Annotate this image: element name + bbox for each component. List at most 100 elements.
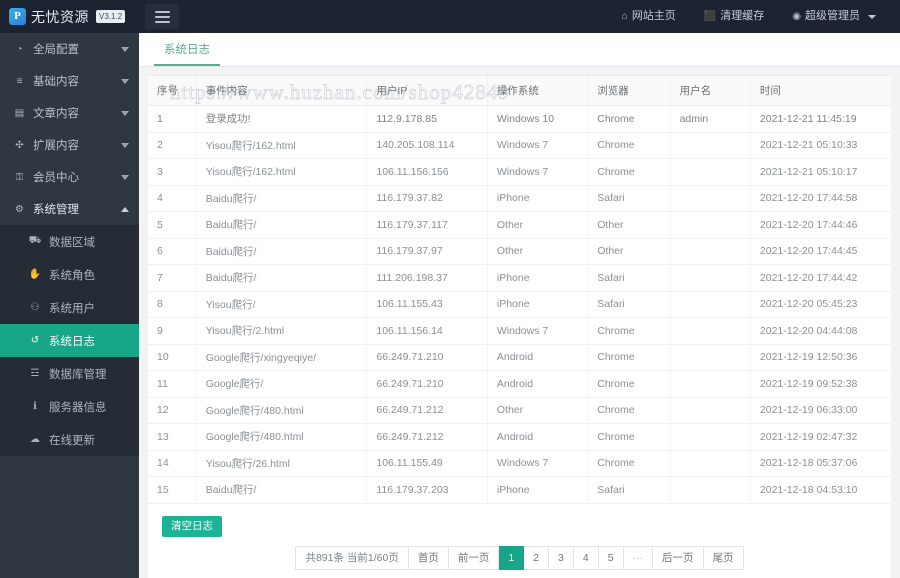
cell-index: 1	[148, 105, 197, 133]
cell-os: Windows 7	[486, 158, 588, 186]
cell-event: Baidu爬行/	[195, 476, 367, 504]
cell-event: Yisou爬行/2.html	[195, 317, 367, 345]
cell-os: Other	[486, 211, 588, 239]
hamburger-line	[154, 20, 170, 23]
cell-username	[669, 158, 751, 186]
sidebar-item-data-region[interactable]: ⛟ 数据区域	[0, 225, 139, 258]
sidebar-item-server-info[interactable]: ℹ 服务器信息	[0, 390, 139, 423]
cell-os: Other	[486, 397, 588, 424]
pagination-last-button[interactable]: 尾页	[703, 546, 744, 570]
sidebar-item-system-user[interactable]: ⚇ 系统用户	[0, 291, 139, 324]
cell-username	[669, 476, 751, 504]
cell-ip: 66.249.71.210	[366, 370, 488, 398]
chevron-down-icon	[121, 78, 129, 84]
column-header-username: 用户名	[669, 75, 751, 106]
table-row: 11 Google爬行/66.249.71.210 Android Chrome 202…	[148, 370, 891, 398]
cell-browser: Chrome	[587, 423, 671, 451]
cell-browser: Other	[587, 211, 671, 239]
admin-dashboard: P 无忧资源 V3.1.2 ⌂ 网站主页 ⬛ 清理缓存 ◉ 超级管理员 ◔ 全局…	[0, 0, 900, 578]
chevron-up-icon	[121, 206, 129, 212]
pagination-first-button[interactable]: 首页	[408, 546, 449, 570]
topnav-item-clear-cache[interactable]: ⬛ 清理缓存	[690, 0, 778, 33]
cell-index: 7	[148, 264, 197, 292]
topnav-label-home: 网站主页	[631, 10, 676, 22]
sidebar-label-global-config: 全局配置	[33, 44, 79, 56]
table-row: 4 Baidu爬行/116.179.37.82 iPhone Safari 2021-1…	[148, 185, 891, 212]
sidebar-item-extension-content[interactable]: ✣ 扩展内容	[0, 129, 139, 161]
cell-os: Windows 10	[486, 105, 588, 133]
pagination-next-button[interactable]: 后一页	[653, 546, 704, 570]
sidebar-label-system-management: 系统管理	[33, 204, 79, 216]
column-header-time: 时间	[749, 75, 891, 106]
sidebar-item-system-log[interactable]: ↺ 系统日志	[0, 324, 139, 357]
brand[interactable]: P 无忧资源 V3.1.2	[0, 0, 139, 33]
cell-time: 2021-12-20 04:44:08	[749, 317, 891, 345]
cell-os: Other	[486, 238, 588, 265]
cell-event: Yisou爬行/26.html	[195, 450, 367, 477]
table-header: 序号 事件内容 用户IP 操作系统 浏览器 用户名 时间	[148, 75, 891, 106]
table-row: 10 Google爬行/xingyeqiye/66.249.71.210 Andro…	[148, 344, 891, 371]
table-actions: 清空日志	[148, 504, 891, 538]
cell-event: Google爬行/480.html	[195, 423, 367, 451]
sidebar-label-basic-content: 基础内容	[33, 76, 79, 88]
cell-ip: 116.179.37.117	[366, 211, 488, 239]
cell-username	[669, 423, 751, 451]
brand-logo-icon: P	[9, 8, 26, 25]
pagination-page-5[interactable]: 5	[598, 546, 624, 570]
topnav-item-home[interactable]: ⌂ 网站主页	[608, 0, 690, 33]
info-icon: ℹ	[33, 401, 37, 412]
sidebar-item-global-config[interactable]: ◔ 全局配置	[0, 33, 139, 65]
list-icon: ≡	[16, 75, 23, 87]
chevron-down-icon	[121, 142, 129, 148]
cell-browser: Chrome	[587, 105, 671, 133]
clear-log-button[interactable]: 清空日志	[162, 515, 222, 538]
hamburger-line	[154, 10, 170, 13]
sidebar-label-member-center: 会员中心	[33, 172, 79, 184]
sidebar-item-member-center[interactable]: ⚿ 会员中心	[0, 161, 139, 193]
cell-time: 2021-12-18 04:53:10	[749, 476, 891, 504]
sidebar-item-system-role[interactable]: ✋ 系统角色	[0, 258, 139, 291]
cell-ip: 140.205.108.114	[366, 132, 488, 159]
sidebar-label-article-content: 文章内容	[33, 108, 79, 120]
cell-browser: Chrome	[587, 397, 671, 424]
tab-system-log[interactable]: 系统日志	[154, 41, 220, 66]
cell-ip: 106.11.156.14	[366, 317, 488, 345]
sidebar-label-system-log: 系统日志	[49, 335, 95, 348]
pagination-prev-button[interactable]: 前一页	[448, 546, 500, 570]
globe-icon: ◔	[16, 43, 23, 55]
cell-event: Baidu爬行/	[195, 211, 367, 239]
cell-event: Yisou爬行/162.html	[195, 158, 367, 186]
chevron-down-icon	[121, 110, 129, 116]
sidebar-item-database-management[interactable]: ☲ 数据库管理	[0, 357, 139, 390]
sidebar-item-basic-content[interactable]: ≡ 基础内容	[0, 65, 139, 97]
table-row: 5 Baidu爬行/116.179.37.117 Other Other 2021-12…	[148, 211, 891, 239]
cell-time: 2021-12-21 05:10:17	[749, 158, 891, 186]
sidebar-item-online-update[interactable]: ☁ 在线更新	[0, 423, 139, 456]
user-circle-icon: ◉	[792, 11, 801, 22]
cell-os: Windows 7	[486, 317, 588, 345]
pagination-page-4[interactable]: 4	[573, 546, 599, 570]
cell-ip: 116.179.37.97	[366, 238, 488, 265]
menu-toggle-button[interactable]	[145, 4, 179, 29]
cell-ip: 66.249.71.212	[366, 397, 488, 424]
cell-index: 9	[148, 317, 197, 345]
pagination-page-3[interactable]: 3	[549, 546, 574, 570]
cell-ip: 66.249.71.210	[366, 344, 488, 371]
history-icon: ↺	[30, 335, 40, 346]
pagination-page-1[interactable]: 1	[499, 546, 525, 570]
pagination-page-2[interactable]: 2	[524, 546, 550, 570]
topnav-item-user-menu[interactable]: ◉ 超级管理员	[778, 0, 890, 33]
sidebar-item-article-content[interactable]: ▤ 文章内容	[0, 97, 139, 129]
brand-name: 无忧资源	[31, 8, 89, 25]
cell-ip: 106.11.156.156	[366, 158, 488, 186]
sidebar-label-system-role: 系统角色	[49, 269, 95, 282]
cell-ip: 116.179.37.82	[366, 185, 488, 212]
cell-username	[669, 397, 751, 424]
cell-browser: Safari	[587, 291, 671, 318]
document-icon: ▤	[14, 107, 25, 119]
cell-username	[669, 211, 751, 239]
chevron-down-icon	[868, 14, 876, 19]
sidebar-item-system-management[interactable]: ⚙ 系统管理	[0, 193, 139, 225]
cell-os: iPhone	[486, 264, 588, 292]
